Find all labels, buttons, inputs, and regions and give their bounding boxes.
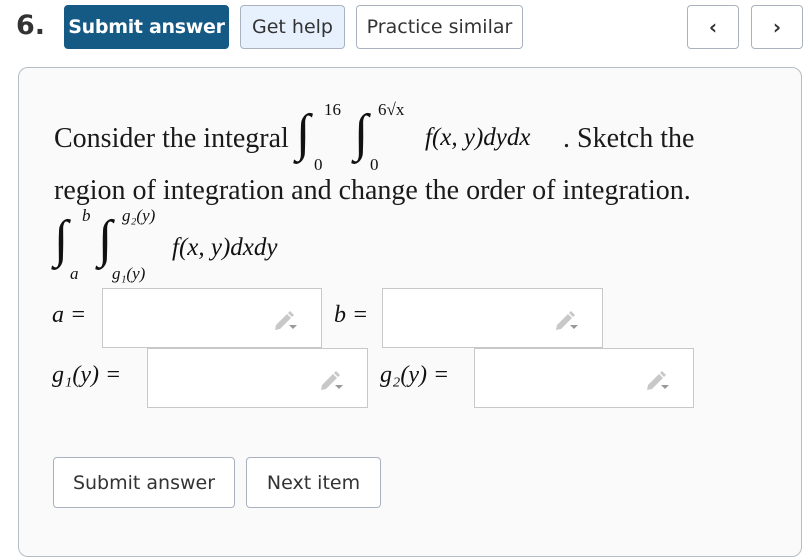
integrand: f(x, y)dydx bbox=[425, 124, 531, 151]
get-help-button[interactable]: Get help bbox=[240, 5, 345, 49]
reversed-integrand: f(x, y)dxdy bbox=[172, 234, 278, 261]
inner-integral-sign: ∫ bbox=[354, 105, 369, 162]
practice-similar-button[interactable]: Practice similar bbox=[356, 5, 523, 49]
question-intro: Consider the integral bbox=[54, 123, 289, 154]
question-after-integral: . Sketch the bbox=[563, 123, 695, 154]
pencil-dropdown-icon[interactable] bbox=[273, 309, 299, 331]
answer-field-g2[interactable] bbox=[474, 348, 694, 408]
field-label-g2: g₂(y) = bbox=[380, 362, 450, 388]
pencil-dropdown-icon[interactable] bbox=[319, 369, 345, 391]
outer-upper-limit: 16 bbox=[324, 100, 341, 119]
chevron-left-icon: ‹ bbox=[708, 15, 718, 39]
next-item-button[interactable]: Next item bbox=[246, 457, 381, 508]
field-label-a: a = bbox=[52, 302, 87, 328]
question-number: 6. bbox=[16, 10, 46, 41]
inner-upper-limit: 6√x bbox=[378, 100, 405, 119]
next-question-button[interactable]: › bbox=[751, 5, 803, 49]
reversed-outer-upper: b bbox=[82, 206, 91, 225]
question-line-2: region of integration and change the ord… bbox=[54, 175, 691, 206]
previous-question-button[interactable]: ‹ bbox=[687, 5, 739, 49]
submit-answer-bottom-button[interactable]: Submit answer bbox=[53, 457, 235, 508]
reversed-outer-lower: a bbox=[70, 264, 79, 283]
pencil-dropdown-icon[interactable] bbox=[645, 369, 671, 391]
pencil-dropdown-icon[interactable] bbox=[554, 309, 580, 331]
field-label-g1: g₁(y) = bbox=[52, 362, 122, 388]
field-label-b: b = bbox=[334, 302, 369, 328]
reversed-outer-integral-sign: ∫ bbox=[54, 211, 69, 268]
submit-answer-button[interactable]: Submit answer bbox=[64, 5, 229, 49]
answer-field-g1[interactable] bbox=[147, 348, 368, 408]
inner-lower-limit: 0 bbox=[370, 155, 379, 174]
reversed-inner-integral-sign: ∫ bbox=[98, 211, 113, 268]
reversed-inner-upper: g₂(y) bbox=[122, 206, 156, 225]
answer-field-b[interactable] bbox=[382, 288, 603, 348]
outer-integral-sign: ∫ bbox=[296, 105, 311, 162]
outer-lower-limit: 0 bbox=[314, 155, 323, 174]
reversed-inner-lower: g₁(y) bbox=[112, 264, 146, 283]
answer-field-a[interactable] bbox=[102, 288, 322, 348]
chevron-right-icon: › bbox=[772, 15, 782, 39]
